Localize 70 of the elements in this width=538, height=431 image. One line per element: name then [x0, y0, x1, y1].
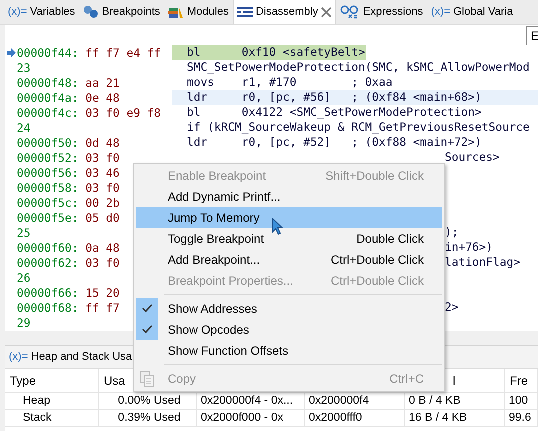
glasses-icon	[340, 5, 360, 19]
source-line-number: 25	[17, 226, 31, 240]
check-icon	[142, 325, 152, 334]
check-icon	[142, 304, 152, 313]
source-line-number: 23	[17, 60, 31, 74]
table-cell: 0.39% Used	[99, 410, 197, 427]
menu-item[interactable]: Jump To Memory	[136, 207, 442, 228]
view-tab[interactable]: Expressions	[336, 0, 428, 24]
address-bytes: 00000f44: ff f7 e4 ff	[17, 46, 162, 60]
address-bytes: 00000f5e: 05 d0	[17, 210, 120, 224]
source-line-number: 24	[17, 120, 31, 134]
address-bytes: 00000f66: 15 20	[17, 286, 120, 300]
table-cell: 0x2000f000 - 0x	[197, 410, 305, 427]
address-bytes: 00000f52: 03 f0	[17, 150, 120, 164]
table-cell: 0.00% Used	[99, 393, 197, 410]
code-line: 2>	[445, 300, 459, 315]
table-cell: 99.6	[505, 410, 538, 427]
address-bytes: 00000f56: 03 46	[17, 166, 120, 180]
code-line: ldr r0, [pc, #52] ; (0xf88 <main+72>)	[186, 135, 483, 150]
code-line: );	[445, 225, 459, 240]
source-line-number: 29	[17, 316, 31, 330]
code-line: in+76>)	[445, 240, 494, 255]
code-line: movs r1, #170 ; 0xaa	[186, 75, 394, 90]
menu-item[interactable]: Add Dynamic Printf...	[136, 186, 442, 207]
table-cell: Stack	[5, 410, 99, 427]
address-bytes: 00000f48: aa 21	[17, 76, 120, 90]
address-bytes: 00000f4c: 03 f0 e9 f8	[17, 106, 162, 120]
address-bytes: 00000f62: 03 f0	[17, 256, 120, 270]
table-cell: 0 B / 4 KB	[405, 393, 505, 410]
menu-item[interactable]: Show Opcodes	[136, 319, 442, 340]
table-cell: 0x200000f4 - 0x...	[197, 393, 305, 410]
variables-icon: (x)=	[9, 351, 28, 363]
address-bytes: 00000f68: ff f7	[17, 300, 120, 314]
table-cell: 100	[505, 393, 538, 410]
code-line: Sources>	[445, 150, 500, 165]
source-line-number: 26	[17, 270, 31, 284]
menu-item[interactable]: Show Addresses	[136, 298, 442, 319]
menu-item[interactable]: Add Breakpoint... Ctrl+Double Click	[136, 249, 442, 270]
address-bytes: 00000f60: 0a 48	[17, 240, 120, 254]
view-tab[interactable]: Breakpoints	[79, 0, 164, 24]
view-tab[interactable]: Modules	[164, 0, 233, 24]
code-line: ldr r0, [pc, #56] ; (0xf84 <main+68>)	[186, 90, 483, 105]
column-header[interactable]: Fre	[505, 369, 538, 393]
address-bytes: 00000f5c: 00 2b	[17, 196, 120, 210]
view-tab[interactable]: (x)= Global Varia	[427, 0, 518, 24]
disassembly-icon	[236, 6, 253, 18]
close-icon[interactable]	[321, 6, 332, 18]
code-line: if (kRCM_SourceWakeup & RCM_GetPreviousResetSource	[186, 120, 531, 135]
code-line: lationFlag>	[445, 255, 520, 270]
panel-title: Heap and Stack Usa	[31, 351, 132, 363]
code-line: bl 0x4122 <SMC_SetPowerModeProtection>	[186, 105, 483, 120]
table-cell: Heap	[5, 393, 99, 410]
menu-item[interactable]: Show Function Offsets	[136, 340, 442, 361]
view-tab[interactable]: (x)= Variables	[4, 0, 80, 24]
copy-icon	[140, 370, 154, 386]
table-cell: 0x2000fff0	[305, 410, 405, 427]
breakpoints-icon	[83, 5, 100, 19]
view-tab[interactable]: Disassembly	[232, 0, 336, 24]
address-bytes: 00000f58: 03 f0	[17, 180, 120, 194]
address-bytes: 00000f50: 0d 48	[17, 136, 120, 150]
column-header[interactable]: Type	[5, 369, 99, 393]
menu-item[interactable]: Toggle Breakpoint Double Click	[136, 228, 442, 249]
code-line: SMC_SetPowerModeProtection(SMC, kSMC_AllowPowerMod	[186, 60, 531, 75]
table-cell: 0x200000f4	[305, 393, 405, 410]
pointer-icon	[272, 218, 284, 236]
variables-icon: (x)=	[431, 6, 450, 18]
address-bytes: 00000f4a: 0e 48	[17, 90, 120, 104]
variables-icon: (x)=	[8, 6, 28, 18]
table-cell: 16 B / 4 KB	[405, 410, 505, 427]
books-icon	[168, 5, 184, 19]
